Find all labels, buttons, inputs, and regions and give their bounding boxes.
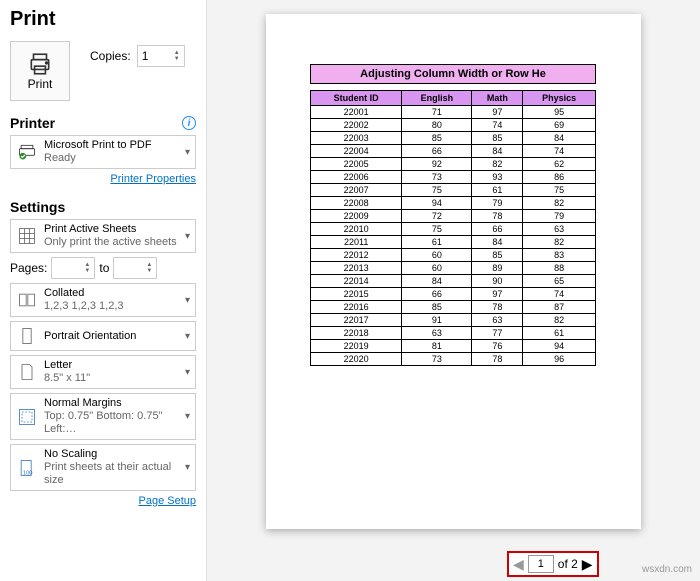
next-page-button[interactable]: ▶ [582,556,593,573]
table-row: 22019817694 [311,339,596,352]
table-row: 22008947982 [311,196,596,209]
table-row: 22011618482 [311,235,596,248]
table-header: Student ID [311,90,402,105]
table-row: 22018637761 [311,326,596,339]
table-row: 22020737896 [311,352,596,365]
preview-page: Adjusting Column Width or Row He Student… [266,14,641,529]
chevron-down-icon: ▾ [185,147,190,158]
table-row: 22014849065 [311,274,596,287]
chevron-down-icon: ▾ [185,231,190,242]
table-row: 22015669774 [311,287,596,300]
table-header: English [402,90,472,105]
print-what-select[interactable]: Print Active Sheets Only print the activ… [10,219,196,253]
table-row: 22017916382 [311,313,596,326]
table-row: 22005928262 [311,157,596,170]
copies-label: Copies: [90,49,131,63]
printer-select[interactable]: Microsoft Print to PDF Ready ▾ [10,135,196,169]
table-row: 22016857887 [311,300,596,313]
chevron-down-icon: ▾ [185,331,190,342]
chevron-down-icon: ▾ [185,462,190,473]
copies-spinner[interactable]: ▲▼ [174,50,180,62]
printer-icon [27,51,53,77]
printer-properties-link[interactable]: Printer Properties [10,173,196,185]
table-row: 22001719795 [311,105,596,118]
collate-icon [16,289,38,311]
sheets-icon [16,225,38,247]
info-icon[interactable]: i [182,116,196,130]
watermark: wsxdn.com [642,564,692,575]
chevron-down-icon: ▾ [185,411,190,422]
table-row: 22004668474 [311,144,596,157]
sheet-banner: Adjusting Column Width or Row He [310,64,596,84]
page-count-label: of 2 [558,557,578,571]
page-setup-link[interactable]: Page Setup [10,495,196,507]
orientation-select[interactable]: Portrait Orientation ▾ [10,321,196,351]
print-preview-area: Adjusting Column Width or Row He Student… [207,0,700,581]
printer-header: Printer [10,115,55,131]
table-row: 22010756663 [311,222,596,235]
printer-status-icon [16,141,38,163]
portrait-icon [16,325,38,347]
preview-table: Student IDEnglishMathPhysics 22001719795… [310,84,596,366]
pages-label: Pages: [10,261,47,275]
margins-icon [16,406,38,428]
table-row: 22002807469 [311,118,596,131]
chevron-down-icon: ▾ [185,367,190,378]
scaling-select[interactable]: 100 No Scaling Print sheets at their act… [10,444,196,491]
settings-header: Settings [10,199,65,215]
current-page-input[interactable] [528,555,554,573]
copies-input[interactable]: 1 ▲▼ [137,45,185,67]
table-row: 22006739386 [311,170,596,183]
print-settings-panel: Print Print Copies: 1 ▲▼ Printer i Micro… [0,0,207,581]
paper-size-select[interactable]: Letter 8.5" x 11" ▾ [10,355,196,389]
pages-from-input[interactable]: ▲▼ [51,257,95,279]
collation-select[interactable]: Collated 1,2,3 1,2,3 1,2,3 ▾ [10,283,196,317]
margins-select[interactable]: Normal Margins Top: 0.75" Bottom: 0.75" … [10,393,196,440]
table-row: 22003858584 [311,131,596,144]
table-row: 22012608583 [311,248,596,261]
pages-to-input[interactable]: ▲▼ [113,257,157,279]
table-row: 22009727879 [311,209,596,222]
svg-text:100: 100 [23,470,33,476]
prev-page-button[interactable]: ◀ [513,556,524,573]
page-title: Print [10,8,196,31]
table-row: 22013608988 [311,261,596,274]
table-header: Physics [523,90,596,105]
print-button[interactable]: Print [10,41,70,101]
page-navigator: ◀ of 2 ▶ [507,551,599,577]
page-icon [16,361,38,383]
chevron-down-icon: ▾ [185,295,190,306]
scaling-icon: 100 [16,457,38,479]
table-row: 22007756175 [311,183,596,196]
table-header: Math [472,90,523,105]
